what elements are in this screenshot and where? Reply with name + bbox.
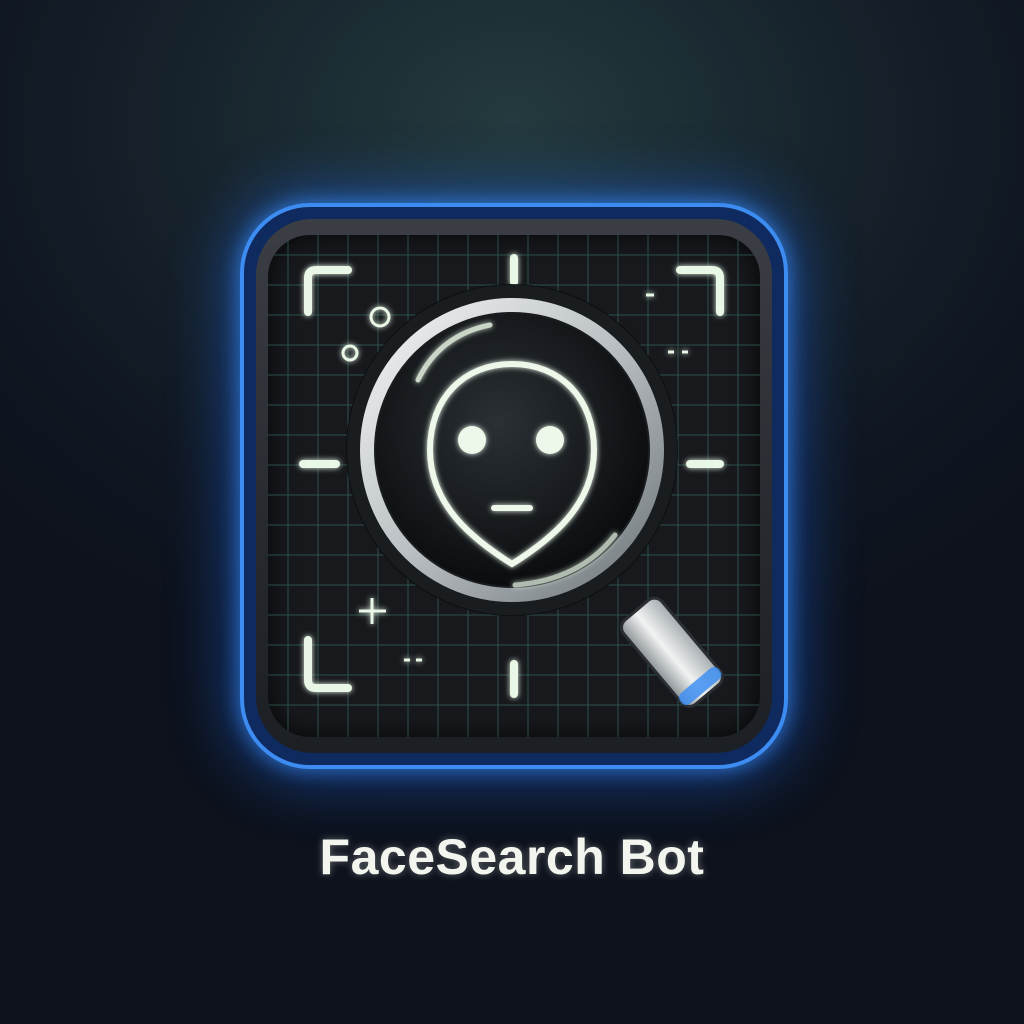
small-circle-marker <box>369 306 391 328</box>
app-icon-canvas: FaceSearch Bot <box>0 0 1024 1024</box>
corner-bracket-top-left <box>304 266 352 316</box>
magnifying-glass-icon <box>346 284 724 708</box>
corner-bracket-bottom-left <box>304 636 352 692</box>
face-eye-right <box>536 426 564 454</box>
small-circle-marker <box>341 344 359 362</box>
app-name-label: FaceSearch Bot <box>319 829 705 885</box>
face-eye-left <box>458 426 486 454</box>
plus-marker <box>359 598 386 624</box>
corner-bracket-top-right <box>676 266 724 316</box>
